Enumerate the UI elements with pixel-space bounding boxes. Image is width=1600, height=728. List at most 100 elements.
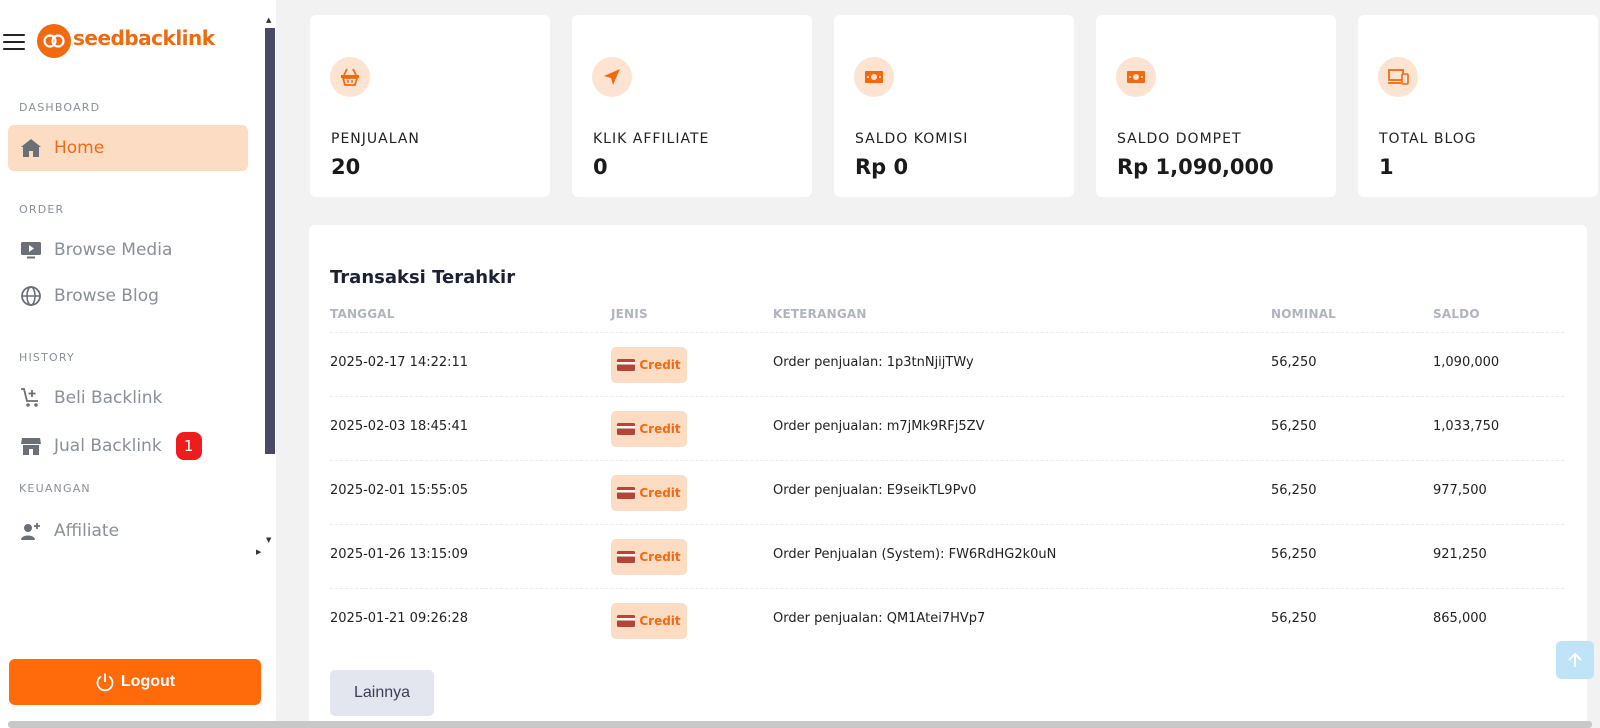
cell-nominal: 56,250 [1271, 611, 1317, 626]
stat-label: PENJUALAN [331, 131, 420, 147]
devices-icon [1378, 57, 1418, 97]
main-content: PENJUALAN 20 KLIK AFFILIATE 0 SALDO KOMI… [276, 0, 1600, 728]
sidebar-header: seedbacklink [0, 22, 260, 62]
sidebar-item-browse-media[interactable]: Browse Media [8, 227, 248, 273]
navigation-arrow-icon [592, 57, 632, 97]
globe-icon [20, 285, 42, 307]
cell-nominal: 56,250 [1271, 483, 1317, 498]
cell-saldo: 921,250 [1433, 547, 1487, 562]
credit-label: Credit [639, 550, 681, 564]
power-icon [96, 673, 114, 692]
cash-icon [1116, 57, 1156, 97]
sidebar-item-beli-backlink[interactable]: Beli Backlink [8, 375, 248, 421]
sidebar-item-home[interactable]: Home [8, 125, 248, 171]
credit-badge: Credit [611, 411, 687, 447]
logo-text[interactable]: seedbacklink [73, 26, 215, 50]
credit-label: Credit [639, 486, 681, 500]
notification-badge: 1 [175, 432, 202, 460]
section-history: HISTORY [19, 351, 75, 364]
table-row: 2025-01-26 13:15:09 Credit Order Penjual… [330, 524, 1564, 588]
sidebar-item-label: Jual Backlink [54, 436, 162, 456]
user-plus-icon [20, 520, 42, 542]
stat-label: TOTAL BLOG [1379, 131, 1477, 147]
column-header-jenis: JENIS [611, 307, 648, 321]
cell-nominal: 56,250 [1271, 355, 1317, 370]
stat-card-saldo-dompet: SALDO DOMPET Rp 1,090,000 [1096, 15, 1336, 197]
cell-tanggal: 2025-01-21 09:26:28 [330, 611, 469, 626]
credit-badge: Credit [611, 603, 687, 639]
hamburger-menu-icon[interactable] [3, 34, 25, 50]
cell-tanggal: 2025-02-17 14:22:11 [330, 355, 469, 370]
sidebar-item-label: Browse Media [54, 240, 173, 260]
arrow-up-icon [1568, 652, 1582, 667]
cell-keterangan: Order penjualan: QM1Atei7HVp7 [773, 611, 986, 626]
stat-value: 0 [593, 155, 608, 179]
cell-keterangan: Order penjualan: 1p3tnNjijTWy [773, 355, 974, 370]
sidebar-item-label: Beli Backlink [54, 388, 163, 408]
table-row: 2025-01-21 09:26:28 Credit Order penjual… [330, 588, 1564, 652]
credit-card-icon [617, 487, 636, 499]
section-dashboard: DASHBOARD [19, 101, 101, 114]
column-header-nominal: NOMINAL [1271, 307, 1337, 321]
sidebar: seedbacklink DASHBOARD Home ORDER Browse… [0, 0, 276, 728]
cell-tanggal: 2025-02-01 15:55:05 [330, 483, 469, 498]
credit-card-icon [617, 551, 636, 563]
cart-plus-icon [20, 387, 42, 409]
table-row: 2025-02-03 18:45:41 Credit Order penjual… [330, 396, 1564, 460]
transactions-panel: Transaksi Terahkir TANGGAL JENIS KETERAN… [309, 225, 1587, 728]
lainnya-button[interactable]: Lainnya [330, 670, 434, 716]
credit-label: Credit [639, 422, 681, 436]
section-order: ORDER [19, 203, 65, 216]
credit-label: Credit [639, 614, 681, 628]
sidebar-item-browse-blog[interactable]: Browse Blog [8, 273, 248, 319]
scroll-down-icon[interactable]: ▼ [266, 536, 271, 544]
sidebar-item-affiliate[interactable]: Affiliate [8, 508, 248, 554]
sidebar-item-label: Browse Blog [54, 286, 159, 306]
sidebar-item-label: Home [54, 138, 105, 158]
cell-nominal: 56,250 [1271, 547, 1317, 562]
stat-label: KLIK AFFILIATE [593, 131, 710, 147]
stat-label: SALDO DOMPET [1117, 131, 1242, 147]
credit-card-icon [617, 615, 636, 627]
store-icon [20, 435, 42, 457]
credit-badge: Credit [611, 347, 687, 383]
table-row: 2025-02-01 15:55:05 Credit Order penjual… [330, 460, 1564, 524]
expand-arrow-icon[interactable]: ▶ [256, 548, 261, 556]
column-header-keterangan: KETERANGAN [773, 307, 867, 321]
horizontal-scrollbar[interactable] [8, 721, 1592, 728]
stat-card-penjualan: PENJUALAN 20 [310, 15, 550, 197]
sidebar-item-jual-backlink[interactable]: Jual Backlink 1 [8, 423, 248, 469]
logout-button[interactable]: Logout [9, 659, 261, 705]
home-icon [20, 137, 42, 159]
cell-keterangan: Order penjualan: E9seikTL9Pv0 [773, 483, 977, 498]
cell-saldo: 1,090,000 [1433, 355, 1500, 370]
stat-card-total-blog: TOTAL BLOG 1 [1358, 15, 1598, 197]
stat-value: 20 [331, 155, 361, 179]
credit-label: Credit [639, 358, 681, 372]
stat-value: Rp 0 [855, 155, 909, 179]
stat-card-saldo-komisi: SALDO KOMISI Rp 0 [834, 15, 1074, 197]
cell-saldo: 865,000 [1433, 611, 1487, 626]
cell-nominal: 56,250 [1271, 419, 1317, 434]
cell-saldo: 1,033,750 [1433, 419, 1500, 434]
section-keuangan: KEUANGAN [19, 482, 91, 495]
sidebar-item-label: Affiliate [54, 521, 120, 541]
column-header-saldo: SALDO [1433, 307, 1480, 321]
scroll-to-top-button[interactable] [1556, 641, 1594, 679]
cell-saldo: 977,500 [1433, 483, 1487, 498]
logo-icon [37, 24, 71, 58]
stat-value: 1 [1379, 155, 1394, 179]
sidebar-scrollbar[interactable] [265, 28, 275, 454]
cell-tanggal: 2025-02-03 18:45:41 [330, 419, 469, 434]
basket-icon [330, 57, 370, 97]
stat-label: SALDO KOMISI [855, 131, 969, 147]
logout-label: Logout [120, 673, 176, 690]
cell-keterangan: Order penjualan: m7jMk9RFj5ZV [773, 419, 985, 434]
monitor-play-icon [20, 239, 42, 261]
credit-card-icon [617, 423, 636, 435]
stat-card-klik-affiliate: KLIK AFFILIATE 0 [572, 15, 812, 197]
cell-keterangan: Order Penjualan (System): FW6RdHG2k0uN [773, 547, 1057, 562]
credit-badge: Credit [611, 475, 687, 511]
column-header-tanggal: TANGGAL [330, 307, 395, 321]
scroll-up-icon[interactable]: ▲ [266, 16, 271, 24]
